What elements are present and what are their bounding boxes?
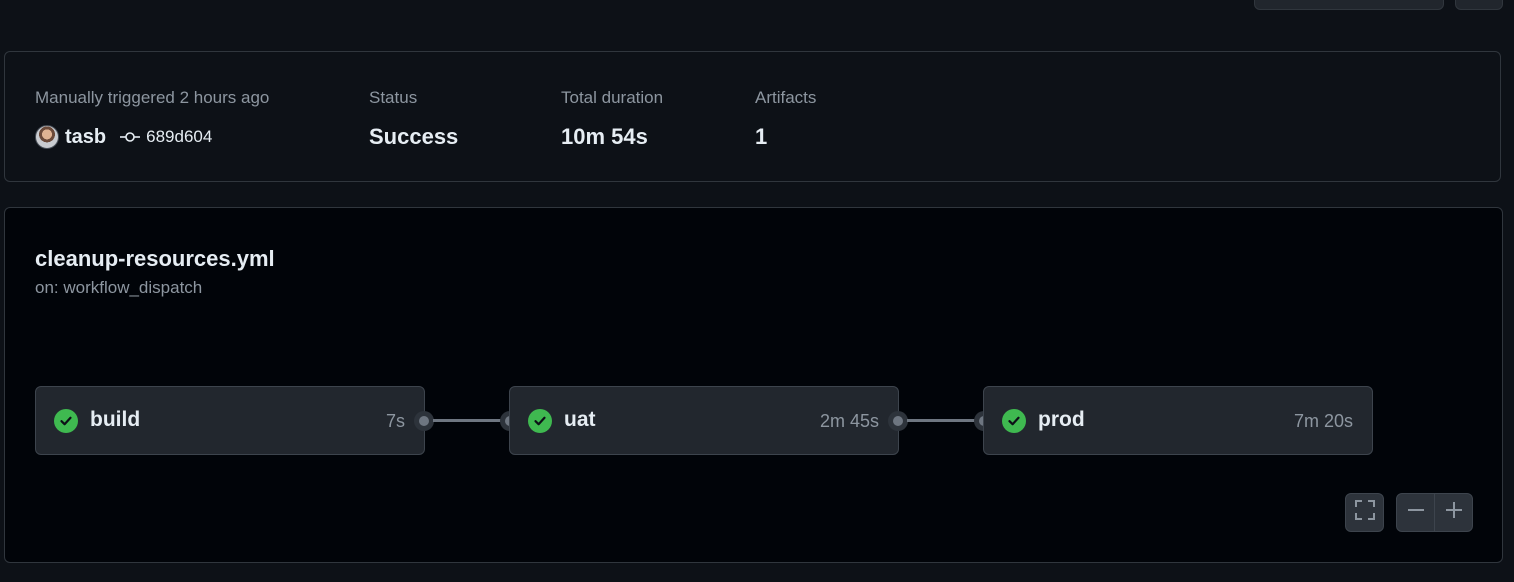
job-connector <box>907 419 976 422</box>
trigger-section: Manually triggered 2 hours ago tasb 689d… <box>35 88 270 149</box>
workflow-graph: cleanup-resources.yml on: workflow_dispa… <box>4 207 1503 563</box>
status-value: Success <box>369 124 459 149</box>
duration-section: Total duration 10m 54s <box>561 88 664 149</box>
fullscreen-button[interactable] <box>1345 493 1384 532</box>
status-label: Status <box>369 88 418 107</box>
git-commit-icon <box>120 131 141 143</box>
top-menu-button[interactable] <box>1455 0 1503 10</box>
check-circle-icon <box>528 409 552 433</box>
workflow-trigger: on: workflow_dispatch <box>35 278 203 297</box>
job-output-port <box>888 411 908 431</box>
zoom-in-button[interactable] <box>1434 493 1473 532</box>
check-circle-icon <box>1002 409 1026 433</box>
trigger-label: Manually triggered 2 hours ago <box>35 88 270 107</box>
job-output-port <box>414 411 434 431</box>
duration-label: Total duration <box>561 88 664 107</box>
job-name: build <box>90 408 141 431</box>
artifacts-label: Artifacts <box>755 88 817 107</box>
fullscreen-icon <box>1354 499 1376 526</box>
zoom-out-button[interactable] <box>1396 493 1435 532</box>
job-uat[interactable]: uat 2m 45s <box>509 386 899 455</box>
plus-icon <box>1445 501 1463 524</box>
artifacts-section: Artifacts 1 <box>755 88 817 149</box>
status-section: Status Success <box>369 88 458 149</box>
job-prod[interactable]: prod 7m 20s <box>983 386 1373 455</box>
job-duration: 7m 20s <box>1293 411 1353 431</box>
workflow-file-name: cleanup-resources.yml <box>35 246 275 271</box>
job-duration: 7s <box>385 411 405 431</box>
avatar[interactable] <box>35 125 59 149</box>
job-connector <box>433 419 502 422</box>
commit-link[interactable]: 689d604 <box>146 127 212 147</box>
actor-row: tasb 689d604 <box>35 124 212 150</box>
job-build[interactable]: build 7s <box>35 386 425 455</box>
minus-icon <box>1407 501 1425 524</box>
job-name: prod <box>1038 408 1085 431</box>
artifacts-value[interactable]: 1 <box>755 124 767 150</box>
check-circle-icon <box>54 409 78 433</box>
run-summary: Manually triggered 2 hours ago tasb 689d… <box>4 51 1501 182</box>
job-name: uat <box>564 408 596 431</box>
top-action-button[interactable] <box>1254 0 1444 10</box>
actor-link[interactable]: tasb <box>65 126 106 149</box>
duration-value: 10m 54s <box>561 124 648 149</box>
job-duration: 2m 45s <box>819 411 879 431</box>
